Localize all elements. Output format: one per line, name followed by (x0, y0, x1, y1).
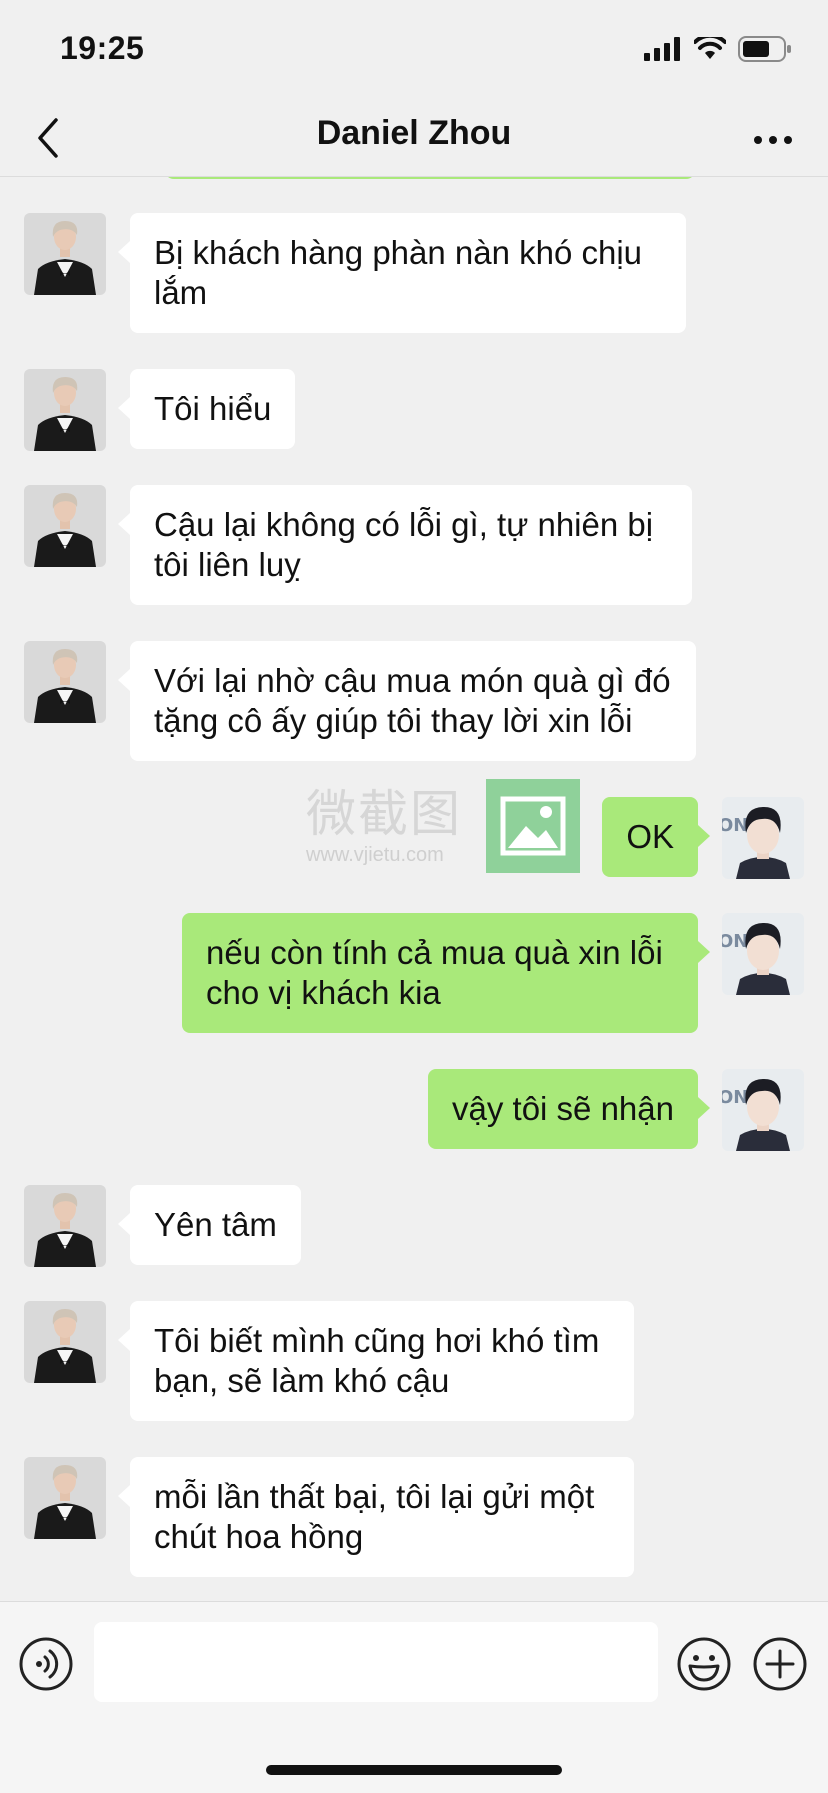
message-bubble[interactable]: OK (602, 797, 710, 877)
message-received: Cậu lại không có lỗi gì, tự nhiên bị tôi… (24, 485, 692, 605)
message-received: Với lại nhờ cậu mua món quà gì đó tặng c… (24, 641, 696, 761)
message-sent: ONC vậy tôi sẽ nhận (428, 1069, 804, 1151)
message-bubble[interactable]: Với lại nhờ cậu mua món quà gì đó tặng c… (118, 641, 696, 761)
contact-avatar[interactable] (24, 369, 106, 451)
watermark-url: www.vjietu.com (306, 843, 444, 866)
contact-avatar[interactable] (24, 641, 106, 723)
more-options-button[interactable] (752, 1636, 808, 1697)
message-bubble[interactable]: Tôi biết mình cũng hơi khó tìm bạn, sẽ l… (118, 1301, 634, 1421)
more-button[interactable] (748, 120, 798, 160)
message-sent: ONC nếu còn tính cả mua quà xin lỗi cho … (182, 913, 804, 1033)
message-received: mỗi lần thất bại, tôi lại gửi một chút h… (24, 1457, 634, 1577)
battery-icon (738, 36, 791, 62)
contact-avatar[interactable] (24, 213, 106, 295)
message-received: Tôi hiểu (24, 369, 296, 451)
wifi-icon (694, 37, 726, 59)
voice-button[interactable] (18, 1636, 74, 1697)
message-sent: ONC OK (602, 797, 804, 879)
chat-area[interactable]: Bị khách hàng phàn nàn khó chịu lắm Tôi … (0, 177, 828, 1601)
chat-header: Daniel Zhou (0, 100, 828, 177)
chat-title: Daniel Zhou (316, 114, 512, 152)
cellular-signal-icon (644, 37, 680, 61)
status-icons (644, 36, 792, 62)
contact-avatar[interactable] (24, 1301, 106, 1383)
watermark: 微截图 www.vjietu.com (306, 779, 580, 873)
message-bubble[interactable]: vậy tôi sẽ nhận (428, 1069, 710, 1149)
user-avatar[interactable]: ONC (722, 797, 804, 879)
voice-icon (19, 1637, 73, 1691)
user-avatar[interactable]: ONC (722, 913, 804, 995)
message-bubble[interactable]: Cậu lại không có lỗi gì, tự nhiên bị tôi… (118, 485, 692, 605)
message-bubble[interactable]: Bị khách hàng phàn nàn khó chịu lắm (118, 213, 686, 333)
contact-avatar[interactable] (24, 485, 106, 567)
emoji-button[interactable] (676, 1636, 732, 1697)
message-received: Tôi biết mình cũng hơi khó tìm bạn, sẽ l… (24, 1301, 634, 1421)
contact-avatar[interactable] (24, 1457, 106, 1539)
previous-message-bubble (164, 177, 696, 179)
message-bubble[interactable]: nếu còn tính cả mua quà xin lỗi cho vị k… (182, 913, 710, 1033)
message-received: Yên tâm (24, 1185, 301, 1267)
message-input[interactable] (94, 1622, 658, 1702)
status-bar: 19:25 (0, 0, 828, 100)
message-bubble[interactable]: Yên tâm (118, 1185, 301, 1265)
image-icon (486, 779, 580, 873)
more-dots-icon (754, 136, 792, 144)
user-avatar[interactable]: ONC (722, 1069, 804, 1151)
status-time: 19:25 (60, 30, 145, 66)
contact-avatar[interactable] (24, 1185, 106, 1267)
message-received: Bị khách hàng phàn nàn khó chịu lắm (24, 213, 686, 333)
message-bubble[interactable]: mỗi lần thất bại, tôi lại gửi một chút h… (118, 1457, 634, 1577)
emoji-icon (677, 1637, 731, 1691)
message-bubble[interactable]: Tôi hiểu (117, 369, 296, 449)
watermark-text: 微截图 (306, 784, 462, 843)
plus-icon (753, 1637, 807, 1691)
home-indicator[interactable] (266, 1765, 562, 1775)
